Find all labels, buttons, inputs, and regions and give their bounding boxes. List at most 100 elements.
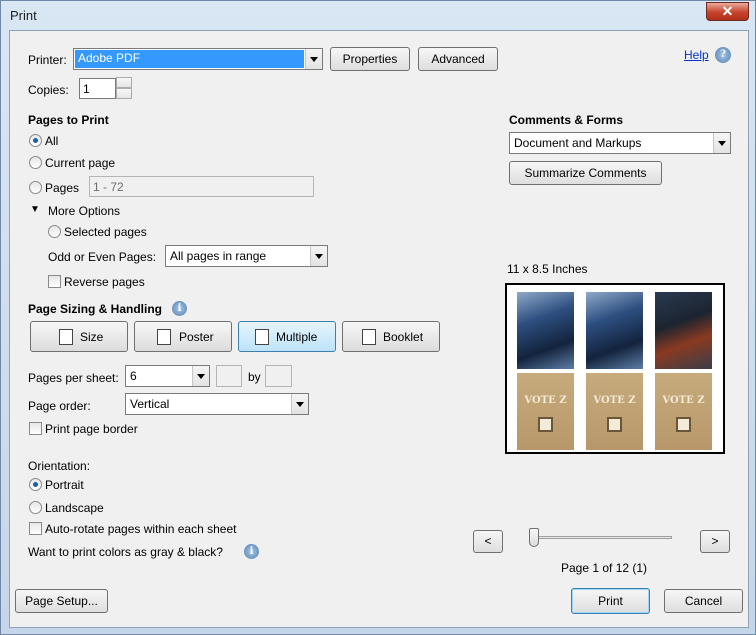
poster-icon — [157, 329, 171, 345]
multiple-button-label: Multiple — [276, 330, 318, 344]
radio-pages[interactable] — [29, 181, 42, 194]
page-order-value: Vertical — [130, 397, 170, 411]
chevron-down-icon — [713, 133, 730, 153]
radio-all[interactable] — [29, 134, 42, 147]
odd-even-value: All pages in range — [170, 249, 267, 263]
info-icon[interactable]: i — [172, 301, 187, 316]
vote-logo: VOTE Z — [662, 395, 705, 406]
printer-label: Printer: — [28, 53, 67, 67]
printer-select[interactable]: Adobe PDF — [73, 48, 323, 70]
spin-down-icon[interactable] — [116, 88, 132, 99]
radio-current-page[interactable] — [29, 156, 42, 169]
chevron-down-icon — [310, 246, 327, 266]
pages-range-value: 1 - 72 — [93, 180, 124, 194]
poster-button[interactable]: Poster — [134, 321, 232, 352]
preview-page-2 — [586, 292, 643, 369]
logo-badge-icon — [676, 417, 691, 432]
page-slider-track[interactable] — [530, 536, 672, 539]
copies-input[interactable]: 1 — [79, 78, 116, 99]
close-button[interactable]: ✕ — [706, 2, 749, 21]
reverse-pages-label: Reverse pages — [64, 275, 145, 289]
booklet-button[interactable]: Booklet — [342, 321, 440, 352]
reverse-pages-checkbox[interactable] — [48, 275, 61, 288]
radio-landscape-label: Landscape — [45, 501, 104, 515]
by-label: by — [248, 370, 261, 384]
spin-up-icon[interactable] — [116, 77, 132, 88]
copies-stepper[interactable] — [116, 77, 132, 99]
radio-pages-label: Pages — [45, 181, 80, 195]
print-button[interactable]: Print — [571, 588, 650, 614]
logo-badge-icon — [607, 417, 622, 432]
size-button-label: Size — [80, 330, 104, 344]
pages-per-sheet-value: 6 — [130, 369, 137, 383]
odd-even-label: Odd or Even Pages: — [48, 250, 157, 264]
dialog-body: Printer: Adobe PDF Properties Advanced H… — [9, 30, 749, 628]
radio-selected-pages[interactable] — [48, 225, 61, 238]
radio-portrait-label: Portrait — [45, 478, 84, 492]
cancel-button[interactable]: Cancel — [664, 589, 743, 613]
logo-badge-icon — [538, 417, 553, 432]
vote-logo: VOTE Z — [593, 395, 636, 406]
window-title: Print — [10, 8, 37, 23]
properties-button[interactable]: Properties — [330, 47, 410, 71]
gray-label: Want to print colors as gray & black? — [28, 545, 223, 559]
auto-rotate-label: Auto-rotate pages within each sheet — [45, 522, 237, 536]
chevron-down-icon — [305, 49, 322, 69]
preview-page-5: VOTE Z — [586, 373, 643, 450]
radio-selected-pages-label: Selected pages — [64, 225, 147, 239]
print-border-checkbox[interactable] — [29, 422, 42, 435]
preview-page-6: VOTE Z — [655, 373, 712, 450]
radio-current-page-label: Current page — [45, 156, 116, 170]
copies-value: 1 — [83, 82, 90, 96]
preview-page-1 — [517, 292, 574, 369]
expand-triangle-icon[interactable]: ▼ — [30, 204, 40, 215]
copies-label: Copies: — [28, 83, 69, 97]
booklet-icon — [362, 329, 376, 345]
comments-heading: Comments & Forms — [509, 113, 624, 127]
page-order-select[interactable]: Vertical — [125, 393, 309, 415]
pages-per-sheet-label: Pages per sheet: — [28, 371, 119, 385]
vote-logo: VOTE Z — [524, 395, 567, 406]
print-border-label: Print page border — [45, 422, 138, 436]
page-slider-handle[interactable] — [529, 528, 539, 547]
radio-all-label: All — [45, 134, 59, 148]
help-link[interactable]: Help — [684, 48, 709, 62]
poster-button-label: Poster — [179, 330, 214, 344]
next-page-button[interactable]: > — [700, 530, 730, 553]
comments-select[interactable]: Document and Markups — [509, 132, 731, 154]
pages-per-sheet-select[interactable]: 6 — [125, 365, 210, 387]
multiple-button[interactable]: Multiple — [238, 321, 336, 352]
info-icon[interactable]: i — [244, 544, 259, 559]
summarize-comments-button[interactable]: Summarize Comments — [509, 161, 662, 185]
preview-page-3 — [655, 292, 712, 369]
more-options-toggle[interactable]: More Options — [48, 204, 120, 218]
page-order-label: Page order: — [28, 399, 91, 413]
prev-page-button[interactable]: < — [473, 530, 503, 553]
auto-rotate-checkbox[interactable] — [29, 522, 42, 535]
size-icon — [59, 329, 73, 345]
help-icon[interactable]: ? — [715, 47, 731, 63]
radio-landscape[interactable] — [29, 501, 42, 514]
pages-per-sheet-rows-input[interactable] — [265, 365, 292, 387]
orientation-heading: Orientation: — [28, 459, 91, 473]
booklet-button-label: Booklet — [383, 330, 424, 344]
multiple-icon — [255, 329, 269, 345]
chevron-down-icon — [192, 366, 209, 386]
pages-per-sheet-cols-input[interactable] — [216, 365, 242, 387]
printer-value: Adobe PDF — [78, 51, 141, 65]
title-bar[interactable]: Print ✕ — [1, 1, 755, 29]
preview-size-label: 11 x 8.5 Inches — [507, 262, 588, 276]
page-setup-button[interactable]: Page Setup... — [15, 589, 108, 613]
odd-even-select[interactable]: All pages in range — [165, 245, 328, 267]
preview-page-4: VOTE Z — [517, 373, 574, 450]
radio-portrait[interactable] — [29, 478, 42, 491]
print-dialog: Print ✕ Printer: Adobe PDF Properties Ad… — [0, 0, 756, 635]
page-status: Page 1 of 12 (1) — [561, 561, 648, 575]
advanced-button[interactable]: Advanced — [418, 47, 498, 71]
print-preview: VOTE Z VOTE Z VOTE Z — [505, 283, 725, 454]
size-button[interactable]: Size — [30, 321, 128, 352]
chevron-down-icon — [291, 394, 308, 414]
pages-to-print-heading: Pages to Print — [28, 113, 109, 127]
comments-value: Document and Markups — [514, 136, 642, 150]
pages-range-input[interactable]: 1 - 72 — [89, 176, 314, 197]
